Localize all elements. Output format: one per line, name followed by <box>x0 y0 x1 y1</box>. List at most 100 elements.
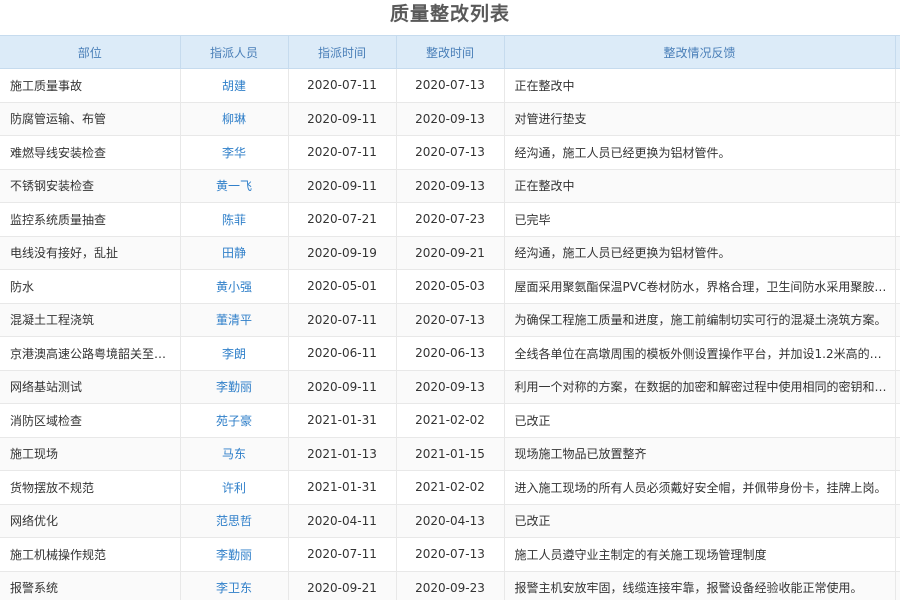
rectification-table: 部位 指派人员 指派时间 整改时间 整改情况反馈 施工质量事故 胡建 2020-07… <box>0 35 900 600</box>
cell-dept: 防水 <box>0 269 181 304</box>
cell-spacer <box>895 202 900 237</box>
table-row[interactable]: 施工机械操作规范 李勤丽 2020-07-11 2020-07-13 施工人员遵守业主制… <box>0 537 900 572</box>
cell-person[interactable]: 李朗 <box>180 336 289 371</box>
cell-person[interactable]: 柳琳 <box>180 102 289 136</box>
cell-assign-time: 2020-05-01 <box>288 269 397 304</box>
cell-assign-time: 2021-01-13 <box>288 437 397 471</box>
cell-assign-time: 2020-09-21 <box>288 571 397 600</box>
cell-spacer <box>895 236 900 270</box>
table-row[interactable]: 京港澳高速公路粤境韶关至… 李朗 2020-06-11 2020-06-13 全线各单位… <box>0 336 900 371</box>
cell-assign-time: 2021-01-31 <box>288 403 397 438</box>
cell-spacer <box>895 571 900 600</box>
cell-person[interactable]: 胡建 <box>180 68 289 103</box>
cell-dept: 施工质量事故 <box>0 68 181 103</box>
cell-person[interactable]: 李勤丽 <box>180 370 289 404</box>
cell-assign-time: 2020-07-11 <box>288 303 397 337</box>
column-header-person[interactable]: 指派人员 <box>180 35 289 69</box>
cell-spacer <box>895 403 900 438</box>
cell-spacer <box>895 169 900 203</box>
cell-spacer <box>895 102 900 136</box>
cell-fix-time: 2020-07-13 <box>396 537 505 572</box>
table-header-row: 部位 指派人员 指派时间 整改时间 整改情况反馈 <box>0 35 900 69</box>
table-row[interactable]: 网络基站测试 李勤丽 2020-09-11 2020-09-13 利用一个对称的方案，在… <box>0 370 900 404</box>
cell-person[interactable]: 李勤丽 <box>180 537 289 572</box>
cell-feedback: 经沟通，施工人员已经更换为铝材管件。 <box>504 236 896 270</box>
cell-fix-time: 2021-02-02 <box>396 403 505 438</box>
cell-person[interactable]: 李华 <box>180 135 289 170</box>
cell-spacer <box>895 303 900 337</box>
cell-person[interactable]: 田静 <box>180 236 289 270</box>
table-row[interactable]: 电线没有接好，乱扯 田静 2020-09-19 2020-09-21 经沟通，施工人员已… <box>0 236 900 270</box>
table-row[interactable]: 不锈钢安装检查 黄一飞 2020-09-11 2020-09-13 正在整改中 <box>0 169 900 203</box>
cell-dept: 电线没有接好，乱扯 <box>0 236 181 270</box>
cell-spacer <box>895 269 900 304</box>
cell-assign-time: 2020-07-11 <box>288 537 397 572</box>
cell-assign-time: 2020-07-11 <box>288 68 397 103</box>
column-header-dept[interactable]: 部位 <box>0 35 181 69</box>
cell-assign-time: 2020-09-19 <box>288 236 397 270</box>
table-body: 施工质量事故 胡建 2020-07-11 2020-07-13 正在整改中 防腐管运输、布… <box>0 68 900 600</box>
cell-person[interactable]: 许利 <box>180 470 289 505</box>
cell-fix-time: 2020-07-13 <box>396 68 505 103</box>
cell-person[interactable]: 黄一飞 <box>180 169 289 203</box>
cell-assign-time: 2020-04-11 <box>288 504 397 538</box>
cell-fix-time: 2020-09-13 <box>396 102 505 136</box>
cell-spacer <box>895 504 900 538</box>
cell-fix-time: 2020-09-13 <box>396 169 505 203</box>
table-row[interactable]: 防腐管运输、布管 柳琳 2020-09-11 2020-09-13 对管进行垫支 <box>0 102 900 136</box>
cell-feedback: 屋面采用聚氨酯保温PVC卷材防水，界格合理，卫生间防水采用聚胺… <box>504 269 896 304</box>
cell-dept: 货物摆放不规范 <box>0 470 181 505</box>
cell-feedback: 全线各单位在高墩周围的模板外侧设置操作平台，并加设1.2米高的护… <box>504 336 896 371</box>
cell-feedback: 进入施工现场的所有人员必须戴好安全帽，并佩带身份卡，挂牌上岗。 <box>504 470 896 505</box>
cell-fix-time: 2020-09-21 <box>396 236 505 270</box>
cell-person[interactable]: 董清平 <box>180 303 289 337</box>
cell-dept: 难燃导线安装检查 <box>0 135 181 170</box>
cell-spacer <box>895 370 900 404</box>
cell-fix-time: 2020-07-23 <box>396 202 505 237</box>
table-row[interactable]: 消防区域检查 苑子豪 2021-01-31 2021-02-02 已改正 <box>0 403 900 438</box>
cell-dept: 不锈钢安装检查 <box>0 169 181 203</box>
cell-feedback: 已完毕 <box>504 202 896 237</box>
cell-fix-time: 2021-01-15 <box>396 437 505 471</box>
table-row[interactable]: 混凝土工程浇筑 董清平 2020-07-11 2020-07-13 为确保工程施工质量和… <box>0 303 900 337</box>
cell-person[interactable]: 苑子豪 <box>180 403 289 438</box>
cell-assign-time: 2020-07-21 <box>288 202 397 237</box>
cell-dept: 混凝土工程浇筑 <box>0 303 181 337</box>
cell-feedback: 已改正 <box>504 504 896 538</box>
table-row[interactable]: 网络优化 范思哲 2020-04-11 2020-04-13 已改正 <box>0 504 900 538</box>
cell-person[interactable]: 李卫东 <box>180 571 289 600</box>
cell-person[interactable]: 陈菲 <box>180 202 289 237</box>
table-row[interactable]: 难燃导线安装检查 李华 2020-07-11 2020-07-13 经沟通，施工人员已经… <box>0 135 900 170</box>
page-title: 质量整改列表 <box>389 3 510 25</box>
quality-rectification-page: 质量整改列表 部位 指派人员 指派时间 整改时间 整改情况反馈 施工质量事故 胡建… <box>0 0 900 600</box>
cell-feedback: 已改正 <box>504 403 896 438</box>
column-header-assign-time[interactable]: 指派时间 <box>288 35 397 69</box>
table-row[interactable]: 施工现场 马东 2021-01-13 2021-01-15 现场施工物品已放置整齐 <box>0 437 900 471</box>
table-row[interactable]: 监控系统质量抽查 陈菲 2020-07-21 2020-07-23 已完毕 <box>0 202 900 237</box>
cell-dept: 消防区域检查 <box>0 403 181 438</box>
cell-person[interactable]: 黄小强 <box>180 269 289 304</box>
column-header-feedback[interactable]: 整改情况反馈 <box>504 35 896 69</box>
cell-feedback: 施工人员遵守业主制定的有关施工现场管理制度 <box>504 537 896 572</box>
table-row[interactable]: 货物摆放不规范 许利 2021-01-31 2021-02-02 进入施工现场的所有人员… <box>0 470 900 505</box>
cell-assign-time: 2020-06-11 <box>288 336 397 371</box>
column-header-fix-time[interactable]: 整改时间 <box>396 35 505 69</box>
cell-assign-time: 2020-09-11 <box>288 102 397 136</box>
table-row[interactable]: 报警系统 李卫东 2020-09-21 2020-09-23 报警主机安放牢固，线缆连接… <box>0 571 900 600</box>
table-row[interactable]: 施工质量事故 胡建 2020-07-11 2020-07-13 正在整改中 <box>0 68 900 103</box>
table-row[interactable]: 防水 黄小强 2020-05-01 2020-05-03 屋面采用聚氨酯保温PVC卷材防… <box>0 269 900 304</box>
cell-spacer <box>895 135 900 170</box>
cell-dept: 监控系统质量抽查 <box>0 202 181 237</box>
cell-dept: 网络优化 <box>0 504 181 538</box>
cell-fix-time: 2021-02-02 <box>396 470 505 505</box>
cell-person[interactable]: 范思哲 <box>180 504 289 538</box>
cell-feedback: 经沟通，施工人员已经更换为铝材管件。 <box>504 135 896 170</box>
cell-feedback: 正在整改中 <box>504 169 896 203</box>
cell-assign-time: 2020-09-11 <box>288 169 397 203</box>
cell-fix-time: 2020-09-13 <box>396 370 505 404</box>
cell-dept: 京港澳高速公路粤境韶关至… <box>0 336 181 371</box>
cell-person[interactable]: 马东 <box>180 437 289 471</box>
cell-fix-time: 2020-07-13 <box>396 135 505 170</box>
cell-dept: 防腐管运输、布管 <box>0 102 181 136</box>
cell-assign-time: 2020-07-11 <box>288 135 397 170</box>
